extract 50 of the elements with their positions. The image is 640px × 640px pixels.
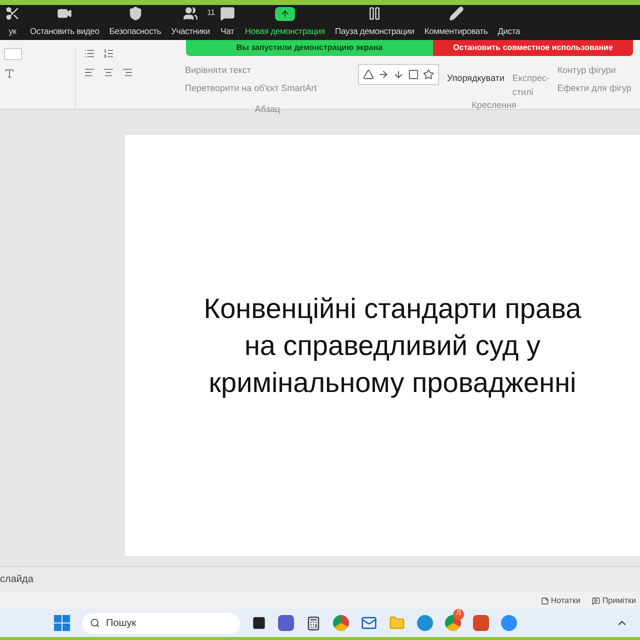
- pause-icon: [367, 6, 382, 22]
- sharing-banner: Вы запустили демонстрацию экрана: [186, 40, 433, 56]
- group-label: Креслення: [472, 99, 516, 112]
- pen-icon: [448, 6, 464, 22]
- comments-button[interactable]: Примітки: [592, 594, 636, 606]
- share-icon: [274, 7, 295, 22]
- triangle-icon[interactable]: [363, 69, 374, 80]
- shield-icon: [128, 6, 143, 22]
- toolbar-button[interactable]: Остановить видео: [25, 5, 104, 40]
- comment-icon: [592, 596, 600, 604]
- font-color-icon[interactable]: [4, 68, 15, 79]
- notes-button[interactable]: Нотатки: [540, 594, 580, 606]
- search-field[interactable]: Пошук: [82, 612, 240, 634]
- browser-icon[interactable]: [333, 615, 349, 631]
- people-icon: [182, 6, 198, 22]
- calculator-icon[interactable]: [306, 616, 321, 630]
- arrow-right-icon[interactable]: [378, 69, 389, 80]
- toolbar-button[interactable]: Комментировать: [419, 5, 493, 40]
- align-left-icon[interactable]: [84, 67, 95, 78]
- arrange-button[interactable]: Упорядкувати: [447, 72, 504, 86]
- shapes-gallery[interactable]: [358, 64, 439, 85]
- arrow-down-icon[interactable]: [393, 69, 404, 80]
- search-icon: [90, 618, 100, 628]
- slide-title-line: Конвенційні стандарти права: [204, 292, 582, 326]
- mail-icon[interactable]: [361, 615, 377, 631]
- toolbar-button[interactable]: Диста: [492, 5, 525, 40]
- star-icon[interactable]: [423, 69, 434, 80]
- slide-title-line: кримінальному провадженні: [208, 366, 576, 400]
- chat-icon: [220, 6, 235, 22]
- bullet-list-icon[interactable]: [84, 48, 95, 59]
- group-label: Абзац: [254, 103, 280, 116]
- toolbar-button[interactable]: Новая демонстрация: [240, 5, 330, 40]
- align-right-icon[interactable]: [122, 67, 133, 78]
- toolbar-button[interactable]: ук: [0, 5, 25, 40]
- windows-logo-icon[interactable]: [54, 615, 70, 631]
- numbered-list-icon[interactable]: [103, 48, 114, 59]
- toolbar-button[interactable]: 11 Участники: [166, 5, 215, 40]
- cut-icon: [5, 6, 20, 22]
- toolbar-button[interactable]: Пауза демонстрации: [330, 5, 420, 40]
- toolbar-button[interactable]: Чат: [214, 5, 240, 40]
- toolbar-button[interactable]: Безопасность: [104, 5, 166, 40]
- stop-share-button[interactable]: Остановить совместное использование: [433, 40, 633, 56]
- slide-title-line: на справедливий суд у: [244, 329, 541, 363]
- slide-counter: слайда: [0, 573, 34, 587]
- task-view-icon[interactable]: [252, 616, 266, 630]
- font-size-field[interactable]: [4, 48, 22, 60]
- square-icon[interactable]: [408, 69, 419, 80]
- align-center-icon[interactable]: [103, 67, 114, 78]
- note-icon: [540, 596, 549, 604]
- participant-count: 11: [206, 7, 215, 19]
